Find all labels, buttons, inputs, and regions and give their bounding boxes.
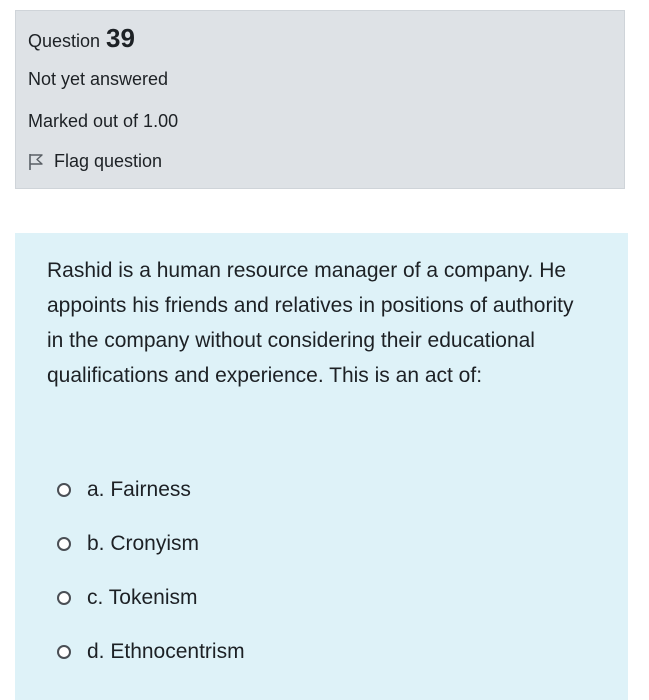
radio-unchecked-icon[interactable]	[57, 537, 71, 551]
answer-option-a[interactable]: a. Fairness	[57, 463, 557, 517]
radio-unchecked-icon[interactable]	[57, 483, 71, 497]
flag-icon	[28, 153, 44, 171]
question-info-panel: Question 39 Not yet answered Marked out o…	[15, 10, 625, 189]
question-grade: Marked out of 1.00	[28, 111, 179, 131]
flag-question-label: Flag question	[54, 151, 163, 171]
quiz-page: Question 39 Not yet answered Marked out o…	[0, 0, 649, 700]
question-number: 39	[106, 23, 135, 53]
radio-unchecked-icon[interactable]	[57, 645, 71, 659]
radio-unchecked-icon[interactable]	[57, 591, 71, 605]
answer-option-d[interactable]: d. Ethnocentrism	[57, 625, 557, 679]
answer-label: b. Cronyism	[87, 532, 200, 555]
question-label: Question	[28, 31, 101, 51]
question-state: Not yet answered	[28, 69, 169, 89]
answer-label: c. Tokenism	[87, 586, 198, 609]
answer-list: a. Fairness b. Cronyism c. Tokenism d. E…	[57, 463, 557, 679]
flag-question-button[interactable]: Flag question	[28, 151, 162, 172]
answer-label: a. Fairness	[87, 478, 191, 501]
answer-label: d. Ethnocentrism	[87, 640, 245, 663]
question-heading: Question 39	[28, 23, 135, 54]
question-text: Rashid is a human resource manager of a …	[47, 259, 574, 387]
answer-option-c[interactable]: c. Tokenism	[57, 571, 557, 625]
question-content-panel: Rashid is a human resource manager of a …	[15, 233, 628, 700]
answer-option-b[interactable]: b. Cronyism	[57, 517, 557, 571]
